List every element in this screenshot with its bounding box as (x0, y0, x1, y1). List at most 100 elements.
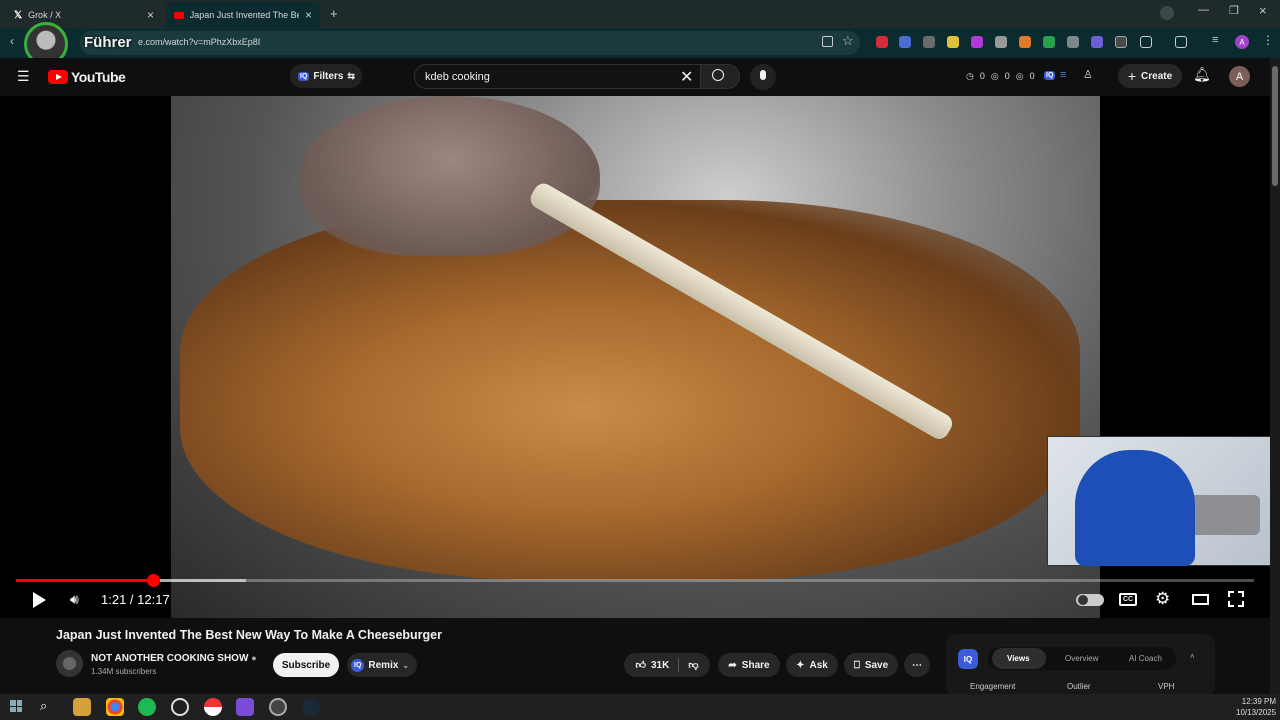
minimize-icon[interactable]: — (1198, 4, 1209, 16)
account-avatar[interactable]: A (1229, 66, 1250, 87)
iq-extension-icon[interactable]: IQ (1044, 71, 1056, 80)
scrollbar-thumb[interactable] (1272, 66, 1278, 186)
like-count[interactable]: 31K (651, 660, 669, 671)
chevron-down-icon: ⌄ (402, 660, 410, 670)
microphone-icon (760, 70, 766, 80)
share-label: Share (741, 659, 770, 671)
subscribe-button[interactable]: Subscribe (273, 653, 339, 677)
theater-mode-icon[interactable] (1192, 594, 1209, 605)
extension-icon[interactable] (899, 36, 911, 48)
window-close-icon[interactable]: × (1259, 3, 1267, 18)
extension-icon[interactable] (1019, 36, 1031, 48)
thumbs-up-icon[interactable]: 👍︎ (636, 659, 646, 671)
chrome-icon[interactable] (106, 698, 124, 716)
sliders-icon: ⇆ (347, 70, 355, 81)
eye-icon: ◎ (990, 71, 999, 81)
stat-engagement-header: Engagement (970, 682, 1016, 691)
collapse-chevron-icon[interactable]: ˄ (1190, 652, 1195, 661)
steam-icon[interactable] (302, 698, 320, 716)
verified-icon: ● (251, 653, 257, 663)
tab-grok-title: Grok / X (28, 10, 62, 20)
channel-name-text: NOT ANOTHER COOKING SHOW (91, 653, 249, 664)
overlay-name-text: Führer (84, 34, 132, 51)
search-input[interactable]: kdeb cooking (414, 64, 702, 89)
menu-lines-icon[interactable]: ≡ (1212, 34, 1218, 46)
fullscreen-icon[interactable] (1228, 591, 1244, 607)
save-button[interactable]: ⎕ Save (844, 653, 898, 677)
remix-label: Remix (368, 659, 399, 671)
share-button[interactable]: ➦ Share (718, 653, 780, 677)
channel-avatar[interactable] (56, 650, 83, 677)
search-input-value: kdeb cooking (425, 70, 490, 83)
notifications-bell-icon[interactable]: 🔔︎ (1193, 66, 1211, 83)
extension-icon[interactable] (947, 36, 959, 48)
youtube-play-logo-icon (48, 70, 68, 84)
pause-icon (1078, 595, 1088, 605)
clear-search-icon[interactable]: ✕ (680, 67, 693, 87)
list-icon[interactable]: ≡ (1060, 69, 1066, 81)
bookmark-star-icon[interactable]: ☆ (842, 33, 854, 49)
settings-gear-icon[interactable]: ⚙ (1155, 589, 1170, 609)
tab-grok[interactable]: 𝕏 Grok / X × (6, 2, 162, 28)
extension-icon[interactable] (995, 36, 1007, 48)
app-icon[interactable] (269, 698, 287, 716)
counter-2: 0 (1004, 71, 1010, 81)
progress-played (16, 579, 154, 582)
filters-label: Filters (313, 70, 344, 82)
trophy-icon[interactable]: ♙ (1083, 68, 1093, 81)
remix-button[interactable]: IQ Remix ⌄ (347, 653, 417, 677)
create-button[interactable]: + Create (1118, 64, 1182, 88)
extension-icon[interactable] (923, 36, 935, 48)
create-label: Create (1141, 70, 1173, 82)
spotify-icon[interactable] (138, 698, 156, 716)
extension-icon[interactable] (876, 36, 888, 48)
video-content-hand (300, 96, 600, 256)
taskbar-search-icon[interactable]: ⌕ (40, 698, 47, 714)
windows-start-icon[interactable] (10, 700, 22, 712)
kebab-menu-icon[interactable]: ⋮ (1262, 33, 1274, 47)
extension-icon[interactable] (1091, 36, 1103, 48)
file-explorer-icon[interactable] (73, 698, 91, 716)
pokeball-icon[interactable] (204, 698, 222, 716)
subscriber-count: 1.34M subscribers (91, 667, 157, 676)
sidepanel-icon[interactable] (1175, 36, 1187, 48)
extension-icon[interactable] (971, 36, 983, 48)
tab-ai-coach[interactable]: AI Coach (1129, 654, 1162, 663)
stat-outlier-header: Outlier (1067, 682, 1091, 691)
more-actions-button[interactable]: ⋯ (904, 653, 930, 677)
ask-button[interactable]: ✦ Ask (786, 653, 838, 677)
restore-icon[interactable]: ❐ (1229, 4, 1239, 17)
windows-taskbar (0, 694, 1280, 720)
extension-icon[interactable] (1115, 36, 1127, 48)
time-display: 1:21 / 12:17 (101, 592, 170, 607)
clock-date: 10/13/2025 (1236, 708, 1277, 717)
close-icon[interactable]: × (305, 8, 312, 22)
filters-button[interactable]: IQ Filters ⇆ (290, 64, 362, 88)
captions-icon[interactable]: CC (1119, 593, 1137, 606)
install-app-icon[interactable] (822, 36, 833, 47)
hamburger-menu-icon[interactable]: ☰ (17, 68, 30, 85)
youtube-logo[interactable]: YouTube (48, 69, 126, 85)
obs-icon[interactable] (171, 698, 189, 716)
extension-icon[interactable] (1043, 36, 1055, 48)
thumbs-down-icon[interactable]: 👎︎ (688, 659, 698, 671)
tab-views[interactable]: Views (1007, 654, 1030, 663)
discord-icon[interactable] (236, 698, 254, 716)
ask-label: Ask (809, 659, 828, 671)
system-clock[interactable]: 12:39 PM 10/13/2025 (1236, 696, 1276, 718)
close-icon[interactable]: × (147, 8, 154, 22)
tab-youtube[interactable]: Japan Just Invented The Best N × (166, 2, 320, 28)
back-icon[interactable]: ‹ (10, 34, 14, 48)
play-icon[interactable] (33, 592, 46, 608)
new-tab-button[interactable]: + (330, 6, 338, 21)
channel-name[interactable]: NOT ANOTHER COOKING SHOW ● (91, 653, 257, 664)
tab-overview[interactable]: Overview (1065, 654, 1098, 663)
bookmark-icon: ⎕ (853, 659, 860, 671)
eye-icon: ◎ (1015, 71, 1024, 81)
volume-icon[interactable]: 🔊︎ (70, 591, 79, 608)
sparkle-icon[interactable] (1160, 6, 1174, 20)
like-dislike-group: 👍︎ 31K 👎︎ (624, 653, 710, 677)
browser-profile-avatar[interactable]: A (1235, 35, 1249, 49)
extensions-puzzle-icon[interactable] (1140, 36, 1152, 48)
extension-icon[interactable] (1067, 36, 1079, 48)
